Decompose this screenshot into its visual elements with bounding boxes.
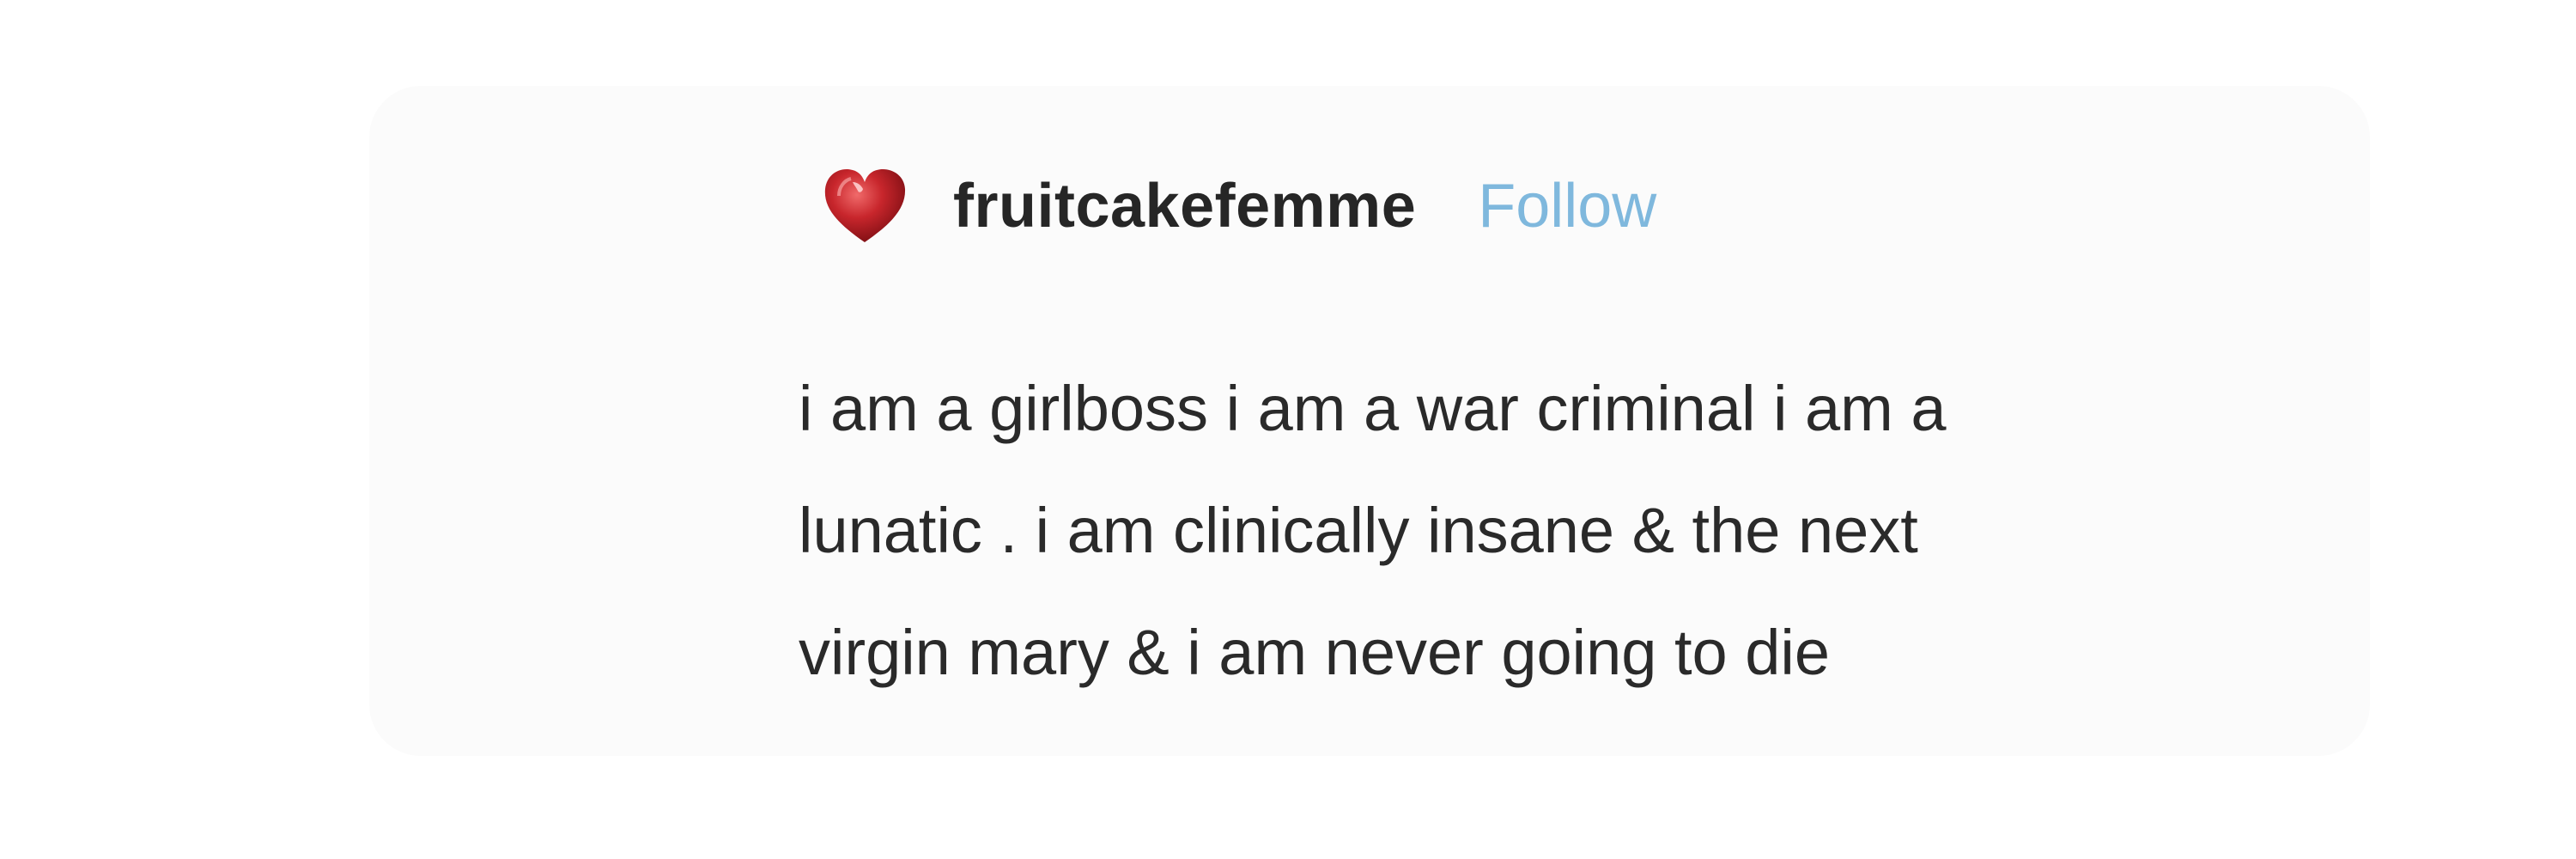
username[interactable]: fruitcakefemme <box>953 171 1416 241</box>
page: fruitcakefemme Follow i am a girlboss i … <box>0 0 2576 859</box>
post-text-line: virgin mary & i am never going to die <box>799 617 1830 688</box>
post-text: i am a girlboss i am a war criminal i am… <box>799 348 2344 714</box>
follow-button[interactable]: Follow <box>1478 171 1656 241</box>
heart-icon[interactable] <box>820 163 910 249</box>
post-text-line: i am a girlboss i am a war criminal i am… <box>799 373 1947 444</box>
post-header: fruitcakefemme Follow <box>820 155 1656 258</box>
post-text-line: lunatic . i am clinically insane & the n… <box>799 495 1918 566</box>
